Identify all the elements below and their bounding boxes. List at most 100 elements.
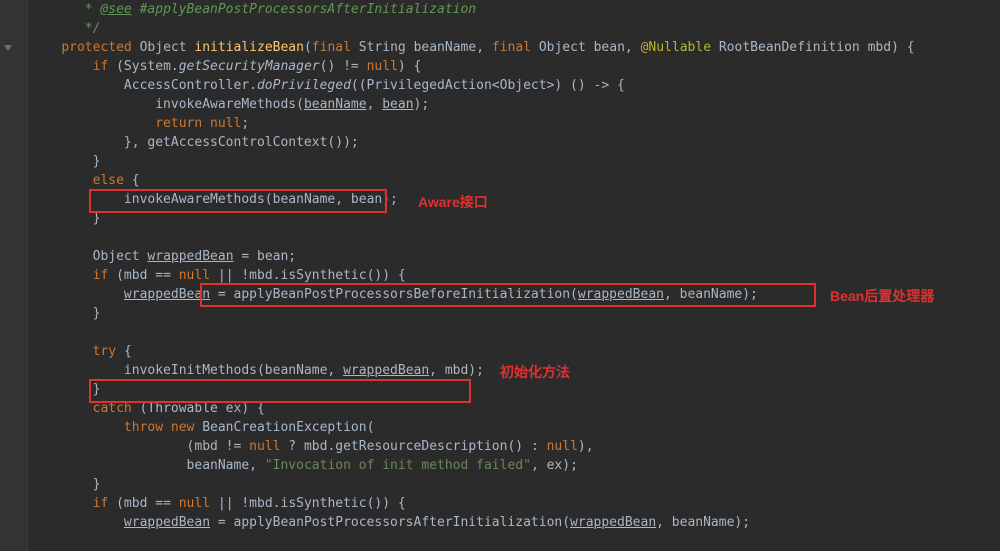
highlight-box-aware <box>89 189 387 213</box>
code-line: }, getAccessControlContext()); <box>30 133 1000 152</box>
brace: } <box>93 211 101 226</box>
code: ) { <box>398 59 421 74</box>
code: AccessController. <box>124 78 257 93</box>
code-line: return null; <box>30 114 1000 133</box>
param: beanName <box>414 40 477 55</box>
var: beanName <box>304 97 367 112</box>
code-line: AccessController.doPrivileged((Privilege… <box>30 76 1000 95</box>
method-call: doPrivileged <box>257 78 351 93</box>
kw-throw: throw <box>124 420 171 435</box>
type: String <box>359 40 414 55</box>
kw-protected: protected <box>61 40 139 55</box>
kw-null: null <box>179 268 210 283</box>
code: (mbd == <box>116 496 179 511</box>
code: (System. <box>116 59 179 74</box>
code: beanName, <box>187 458 265 473</box>
kw-new: new <box>171 420 202 435</box>
kw-catch: catch <box>93 401 140 416</box>
code: }, getAccessControlContext()); <box>124 135 359 150</box>
kw-if: if <box>93 59 116 74</box>
code-line: if (System.getSecurityManager() != null)… <box>30 57 1000 76</box>
comma: , <box>625 40 641 55</box>
code: (mbd == <box>116 268 179 283</box>
comment-text: * <box>77 2 100 17</box>
brace: } <box>93 154 101 169</box>
code-line: invokeAwareMethods(beanName, bean); <box>30 95 1000 114</box>
var: wrappedBean <box>147 249 233 264</box>
code-line: * @see #applyBeanPostProcessorsAfterInit… <box>30 0 1000 19</box>
brace: } <box>93 306 101 321</box>
annotation: @Nullable <box>641 40 719 55</box>
code: , ex); <box>531 458 578 473</box>
highlight-label-aware: Aware接口 <box>418 192 488 212</box>
code-line: try { <box>30 342 1000 361</box>
method-name: initializeBean <box>194 40 304 55</box>
code-line: if (mbd == null || !mbd.isSynthetic()) { <box>30 494 1000 513</box>
code-line: throw new BeanCreationException( <box>30 418 1000 437</box>
code: = bean; <box>234 249 297 264</box>
param: bean <box>594 40 625 55</box>
paren: ) { <box>891 40 914 55</box>
kw-null: null <box>249 439 280 454</box>
type: Object <box>93 249 148 264</box>
kw-final: final <box>312 40 359 55</box>
kw-try: try <box>93 344 124 359</box>
brace: { <box>132 173 140 188</box>
kw-if: if <box>93 496 116 511</box>
highlight-box-init <box>89 379 471 403</box>
comma: , <box>367 97 383 112</box>
var: bean <box>382 97 413 112</box>
code: = <box>210 515 233 530</box>
var: wrappedBean <box>124 515 210 530</box>
method-call: invokeAwareMethods( <box>155 97 304 112</box>
semi: ; <box>241 116 249 131</box>
code: ), <box>578 439 594 454</box>
string-literal: "Invocation of init method failed" <box>265 458 531 473</box>
type: Object <box>539 40 594 55</box>
highlight-box-bpp <box>200 283 816 307</box>
code: () != <box>320 59 367 74</box>
comma: , <box>476 40 492 55</box>
kw-if: if <box>93 268 116 283</box>
kw-null: null <box>179 496 210 511</box>
code: ? mbd.getResourceDescription() : <box>280 439 546 454</box>
code-line: } <box>30 475 1000 494</box>
brace: } <box>93 477 101 492</box>
code-line: else { <box>30 171 1000 190</box>
paren: ( <box>304 40 312 55</box>
code-line: protected Object initializeBean(final St… <box>30 38 1000 57</box>
var: wrappedBean <box>124 287 210 302</box>
code: (Throwable ex) { <box>140 401 265 416</box>
ctor-call: BeanCreationException( <box>202 420 374 435</box>
var: wrappedBean <box>570 515 656 530</box>
code: , beanName); <box>656 515 750 530</box>
code-line <box>30 323 1000 342</box>
kw-else: else <box>93 173 132 188</box>
code-editor[interactable]: * @see #applyBeanPostProcessorsAfterInit… <box>0 0 1000 532</box>
highlight-label-init: 初始化方法 <box>500 362 570 382</box>
code-line: beanName, "Invocation of init method fai… <box>30 456 1000 475</box>
param: mbd <box>868 40 891 55</box>
var: wrappedBean <box>343 363 429 378</box>
code: , mbd); <box>429 363 484 378</box>
code: (mbd != <box>187 439 250 454</box>
method-call: getSecurityManager <box>179 59 320 74</box>
kw-return: return <box>155 116 210 131</box>
kw-null: null <box>367 59 398 74</box>
code-line: */ <box>30 19 1000 38</box>
type: RootBeanDefinition <box>719 40 868 55</box>
code-line: wrappedBean = applyBeanPostProcessorsAft… <box>30 513 1000 532</box>
method-call: invokeInitMethods(beanName, <box>124 363 343 378</box>
kw-final: final <box>492 40 539 55</box>
code-line <box>30 228 1000 247</box>
method-call: applyBeanPostProcessorsAfterInitializati… <box>234 515 571 530</box>
code-line: Object wrappedBean = bean; <box>30 247 1000 266</box>
code-line: (mbd != null ? mbd.getResourceDescriptio… <box>30 437 1000 456</box>
code: ((PrivilegedAction<Object>) () -> { <box>351 78 625 93</box>
comment-see: @see <box>100 2 131 17</box>
code: ); <box>414 97 430 112</box>
code-line: } <box>30 152 1000 171</box>
kw-null: null <box>210 116 241 131</box>
brace: { <box>124 344 132 359</box>
comment-ref: #applyBeanPostProcessorsAfterInitializat… <box>132 2 476 17</box>
